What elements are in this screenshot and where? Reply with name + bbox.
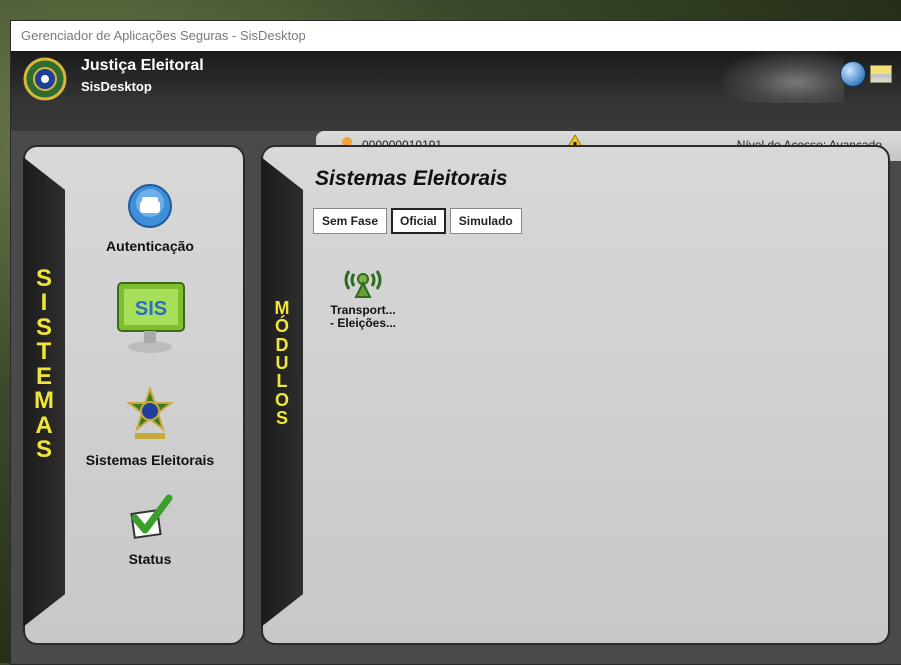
nav-item-autenticacao[interactable]: Autenticação: [75, 183, 225, 254]
sistemas-tab-label: SISTEMAS: [34, 265, 54, 464]
tab-sem-fase[interactable]: Sem Fase: [313, 208, 388, 234]
brasao-emblem-icon: [23, 57, 67, 101]
modulos-side-tab: MÓDULOS: [261, 157, 303, 627]
module-transporte-eleicoes[interactable]: Transport... - Eleições...: [323, 265, 403, 330]
app-header: Justiça Eleitoral SisDesktop 00000001019…: [11, 51, 901, 161]
telephone-icon: [128, 184, 172, 228]
sistemas-side-tab: SISTEMAS: [23, 157, 65, 627]
window-title: Gerenciador de Aplicações Seguras - SisD…: [21, 28, 306, 43]
nav-item-sis[interactable]: SIS: [75, 277, 225, 366]
svg-text:SIS: SIS: [135, 298, 167, 320]
minimize-icon[interactable]: [870, 65, 892, 83]
tab-oficial[interactable]: Oficial: [391, 208, 446, 234]
brand-title: Justiça Eleitoral: [81, 57, 204, 74]
nav-item-label: Autenticação: [106, 238, 194, 254]
modulos-tab-label: MÓDULOS: [274, 298, 290, 429]
nav-item-status[interactable]: Status: [75, 492, 225, 567]
sistemas-panel: SISTEMAS Autenticação SIS Sistemas Eleit…: [23, 145, 245, 645]
nav-item-sistemas-eleitorais[interactable]: Sistemas Eleitorais: [75, 386, 225, 468]
nav-item-label: Status: [128, 551, 172, 567]
tab-simulado[interactable]: Simulado: [449, 208, 522, 234]
app-window: Gerenciador de Aplicações Seguras - SisD…: [10, 20, 901, 665]
sis-monitor-icon: SIS: [117, 282, 185, 353]
brand-subtitle: SisDesktop: [81, 79, 152, 94]
modules-title: Sistemas Eleitorais: [315, 167, 508, 190]
antenna-transmission-icon: [344, 270, 382, 298]
checkmark-icon: [130, 494, 173, 539]
header-decoration: [724, 51, 844, 103]
phase-tabs: Sem Fase Oficial Simulado: [313, 208, 522, 234]
module-label-line2: - Eleições...: [329, 316, 397, 330]
window-titlebar[interactable]: Gerenciador de Aplicações Seguras - SisD…: [11, 21, 901, 51]
refresh-icon[interactable]: [840, 61, 866, 87]
modulos-panel: MÓDULOS Sistemas Eleitorais Sem Fase Ofi…: [261, 145, 890, 645]
brasao-emblem-icon: [126, 386, 174, 439]
nav-item-label: Sistemas Eleitorais: [85, 452, 215, 468]
